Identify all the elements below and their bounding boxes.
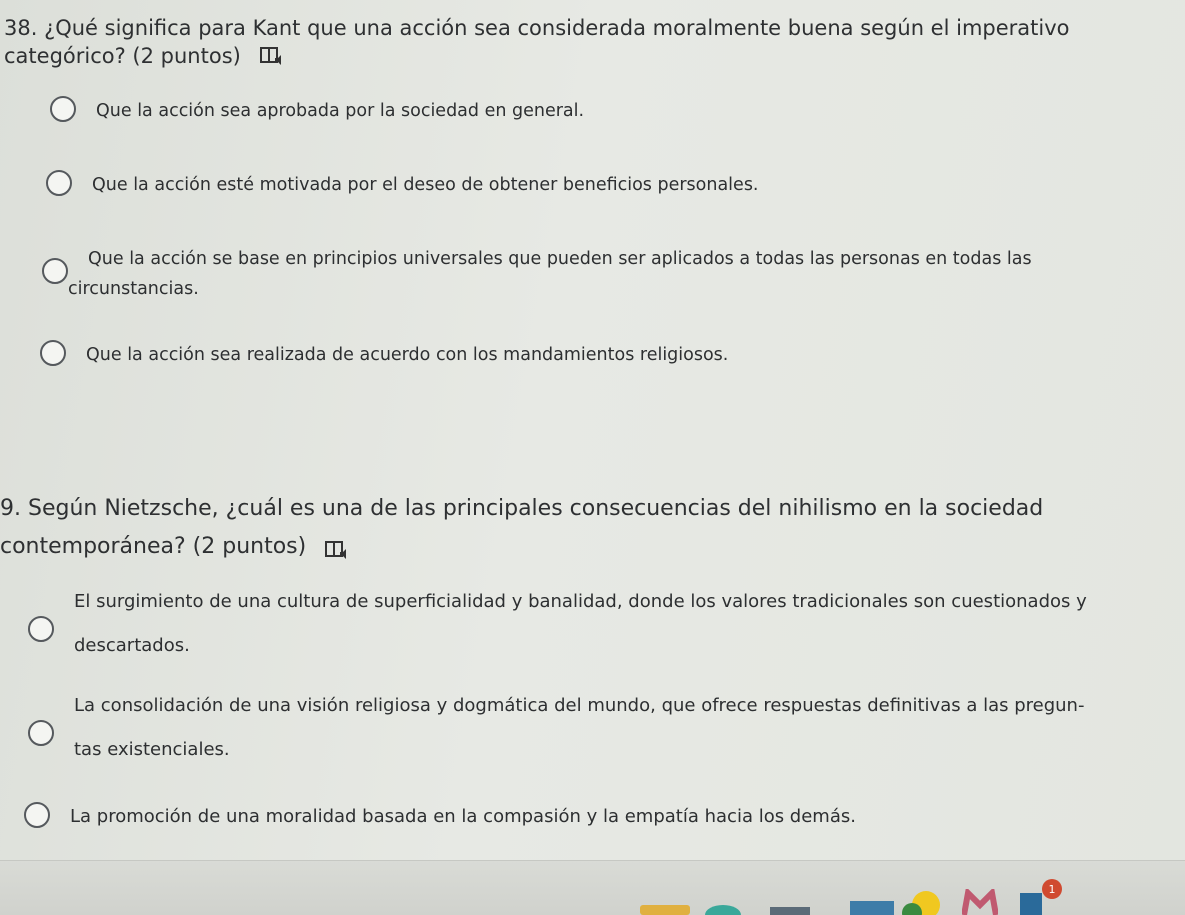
taskbar-app-icon[interactable] (770, 901, 810, 915)
option-label: Que la acción esté motivada por el deseo… (92, 175, 759, 195)
option-label: La promoción de una moralidad basada en … (70, 806, 856, 827)
question-38-option-4[interactable]: Que la acción sea realizada de acuerdo c… (40, 340, 728, 370)
radio-button[interactable] (46, 170, 72, 196)
question-9-option-1[interactable]: El surgimiento de una cultura de superfi… (28, 580, 1108, 668)
taskbar-app-icon[interactable] (705, 901, 741, 915)
option-label: Que la acción sea aprobada por la socied… (96, 101, 585, 121)
taskbar-app-icon[interactable] (900, 885, 944, 915)
immersive-reader-icon[interactable] (325, 535, 349, 559)
question-38-option-1[interactable]: Que la acción sea aprobada por la socied… (50, 96, 584, 126)
radio-button[interactable] (28, 616, 54, 642)
quiz-screen: 38. ¿Qué significa para Kant que una acc… (0, 0, 1185, 915)
question-9-text: 9. Según Nietzsche, ¿cuál es una de las … (0, 496, 1044, 559)
radio-button[interactable] (28, 720, 54, 746)
option-label: La consolidación de una visión religiosa… (74, 695, 1085, 760)
question-38-option-2[interactable]: Que la acción esté motivada por el deseo… (46, 170, 759, 200)
radio-button[interactable] (50, 96, 76, 122)
radio-button[interactable] (42, 258, 68, 284)
radio-button[interactable] (24, 802, 50, 828)
taskbar-app-icon[interactable] (850, 897, 894, 915)
question-9-title: 9. Según Nietzsche, ¿cuál es una de las … (0, 490, 1080, 566)
immersive-reader-icon[interactable] (259, 45, 284, 65)
taskbar-app-icon[interactable] (640, 901, 690, 915)
question-9-option-2[interactable]: La consolidación de una visión religiosa… (28, 684, 1108, 772)
option-label: Que la acción se base en principios univ… (68, 249, 1032, 299)
option-label: Que la acción sea realizada de acuerdo c… (86, 345, 729, 365)
question-9-option-3[interactable]: La promoción de una moralidad basada en … (24, 802, 856, 832)
notification-badge-icon[interactable]: 1 (1018, 877, 1064, 915)
question-38-option-3[interactable]: Que la acción se base en principios univ… (42, 244, 1052, 304)
taskbar: 1 (0, 860, 1185, 915)
question-38-title: 38. ¿Qué significa para Kant que una acc… (4, 14, 1074, 70)
radio-button[interactable] (40, 340, 66, 366)
option-label: El surgimiento de una cultura de superfi… (74, 591, 1087, 656)
notification-count: 1 (1049, 883, 1056, 896)
question-38-text: 38. ¿Qué significa para Kant que una acc… (4, 16, 1070, 68)
mail-icon[interactable] (962, 889, 998, 915)
